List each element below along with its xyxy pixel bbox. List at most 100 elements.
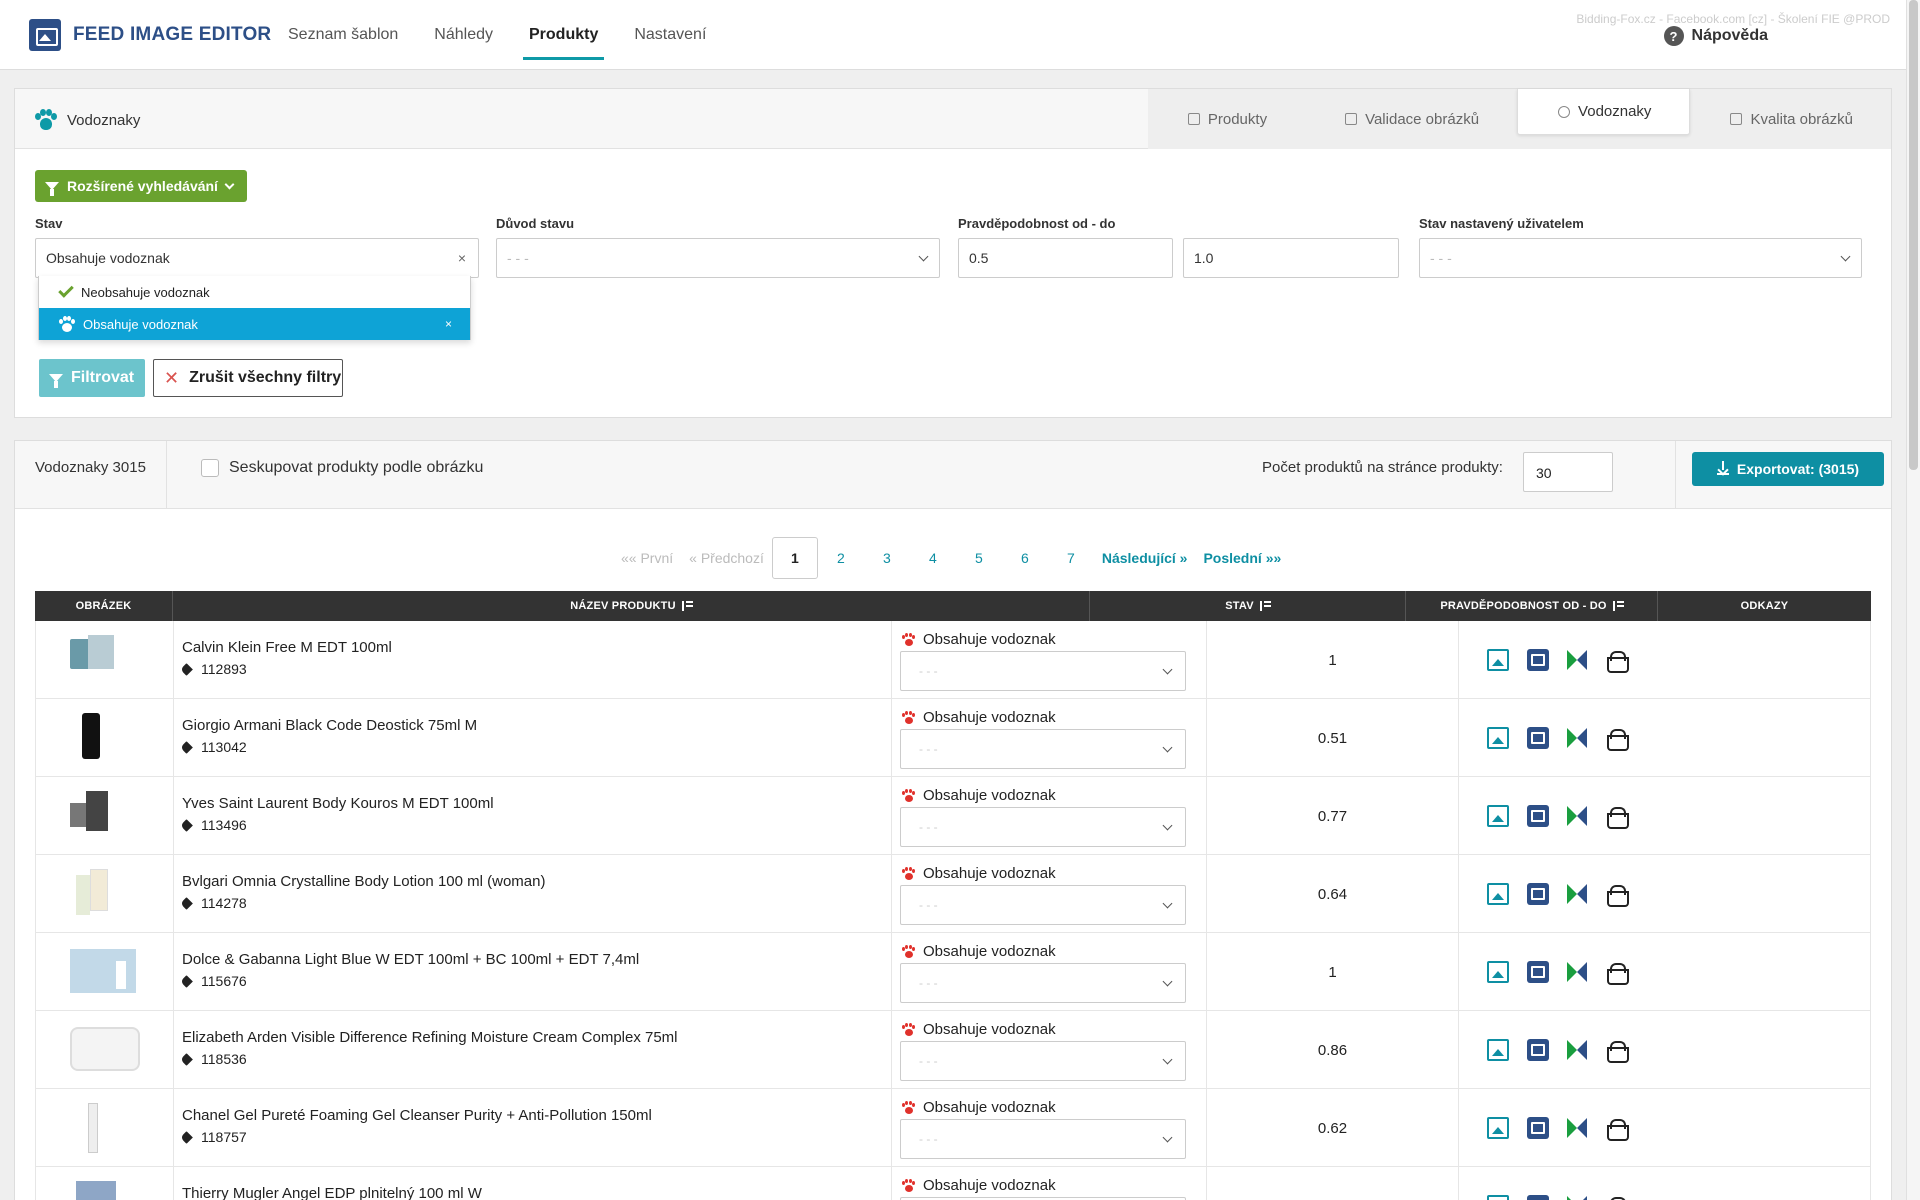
pager-last[interactable]: Poslední »» bbox=[1195, 537, 1289, 579]
pager-page-7[interactable]: 7 bbox=[1048, 537, 1094, 579]
pager-page-4[interactable]: 4 bbox=[910, 537, 956, 579]
generated-image-icon[interactable] bbox=[1527, 649, 1549, 671]
checkbox[interactable] bbox=[201, 459, 219, 477]
merchant-center-icon[interactable] bbox=[1567, 806, 1587, 826]
probability-to-input[interactable]: 1.0 bbox=[1183, 238, 1399, 278]
shop-basket-icon[interactable] bbox=[1605, 729, 1629, 751]
filter-button[interactable]: Filtrovat bbox=[39, 359, 145, 397]
pager-next[interactable]: Následující » bbox=[1094, 537, 1196, 579]
panel-tabs: Produkty Validace obrázků Vodoznaky Kval… bbox=[1147, 89, 1891, 149]
nav-products[interactable]: Produkty bbox=[511, 0, 616, 70]
merchant-center-icon[interactable] bbox=[1567, 1196, 1587, 1200]
user-state-select[interactable]: - - - bbox=[900, 807, 1186, 847]
nav-previews[interactable]: Náhledy bbox=[416, 0, 511, 70]
app-logo[interactable]: FEED IMAGE EDITOR bbox=[29, 19, 271, 51]
product-thumbnail[interactable] bbox=[70, 713, 140, 763]
advanced-search-button[interactable]: Rozšírené vyhledávání bbox=[35, 170, 247, 202]
original-image-icon[interactable] bbox=[1487, 1195, 1509, 1200]
group-by-image-checkbox[interactable]: Seskupovat produkty podle obrázku bbox=[201, 459, 483, 477]
user-state-select[interactable]: - - - bbox=[900, 963, 1186, 1003]
sort-icon[interactable] bbox=[1612, 601, 1624, 611]
shop-basket-icon[interactable] bbox=[1605, 651, 1629, 673]
original-image-icon[interactable] bbox=[1487, 961, 1509, 983]
merchant-center-icon[interactable] bbox=[1567, 1118, 1587, 1138]
pager-page-1[interactable]: 1 bbox=[771, 537, 818, 579]
product-thumbnail[interactable] bbox=[69, 635, 140, 685]
pager-page-6[interactable]: 6 bbox=[1002, 537, 1048, 579]
merchant-center-icon[interactable] bbox=[1567, 884, 1587, 904]
table-body: Calvin Klein Free M EDT 100ml 112893 Obs… bbox=[35, 621, 1871, 1200]
pager-page-3[interactable]: 3 bbox=[864, 537, 910, 579]
col-label: NÁZEV PRODUKTU bbox=[570, 600, 676, 612]
pagination: «« První « Předchozí 1 2 3 4 5 6 7 Násle… bbox=[613, 537, 1289, 579]
scroll-thumb[interactable] bbox=[1909, 0, 1918, 470]
col-state[interactable]: STAV bbox=[1090, 591, 1406, 621]
export-button[interactable]: Exportovat: (3015) bbox=[1692, 452, 1884, 486]
col-probability[interactable]: PRAVDĚPODOBNOST OD - DO bbox=[1406, 591, 1658, 621]
product-thumbnail[interactable] bbox=[69, 1025, 140, 1075]
product-image-cell bbox=[36, 933, 174, 1011]
tab-label: Validace obrázků bbox=[1365, 110, 1480, 128]
product-name: Elizabeth Arden Visible Difference Refin… bbox=[182, 1029, 678, 1046]
user-state-select[interactable]: - - - bbox=[900, 1041, 1186, 1081]
generated-image-icon[interactable] bbox=[1527, 883, 1549, 905]
generated-image-icon[interactable] bbox=[1527, 1195, 1549, 1200]
merchant-center-icon[interactable] bbox=[1567, 728, 1587, 748]
merchant-center-icon[interactable] bbox=[1567, 1040, 1587, 1060]
merchant-center-icon[interactable] bbox=[1567, 650, 1587, 670]
original-image-icon[interactable] bbox=[1487, 1039, 1509, 1061]
user-state-select[interactable]: - - - bbox=[900, 1119, 1186, 1159]
reason-select[interactable]: - - - bbox=[496, 238, 940, 278]
remove-icon[interactable]: × bbox=[445, 317, 452, 331]
tab-image-quality[interactable]: Kvalita obrázků bbox=[1690, 89, 1891, 149]
user-state-select[interactable]: - - - bbox=[900, 885, 1186, 925]
pager-page-5[interactable]: 5 bbox=[956, 537, 1002, 579]
results-panel: Vodoznaky 3015 Seskupovat produkty podle… bbox=[14, 440, 1892, 1200]
product-thumbnail[interactable] bbox=[70, 1181, 140, 1200]
original-image-icon[interactable] bbox=[1487, 727, 1509, 749]
shop-basket-icon[interactable] bbox=[1605, 885, 1629, 907]
original-image-icon[interactable] bbox=[1487, 1117, 1509, 1139]
col-name[interactable]: NÁZEV PRODUKTU bbox=[173, 591, 1090, 621]
product-thumbnail[interactable] bbox=[70, 1103, 140, 1153]
help-link[interactable]: ? Nápověda bbox=[1663, 26, 1768, 46]
generated-image-icon[interactable] bbox=[1527, 727, 1549, 749]
original-image-icon[interactable] bbox=[1487, 883, 1509, 905]
merchant-center-icon[interactable] bbox=[1567, 962, 1587, 982]
per-page-input[interactable]: 30 bbox=[1523, 452, 1613, 492]
generated-image-icon[interactable] bbox=[1527, 1117, 1549, 1139]
user-state-select[interactable]: - - - bbox=[1419, 238, 1862, 278]
shop-basket-icon[interactable] bbox=[1605, 1119, 1629, 1141]
shop-basket-icon[interactable] bbox=[1605, 807, 1629, 829]
shop-basket-icon[interactable] bbox=[1605, 1041, 1629, 1063]
product-thumbnail[interactable] bbox=[69, 947, 140, 997]
product-thumbnail[interactable] bbox=[70, 869, 140, 919]
state-select[interactable]: Obsahuje vodoznak × bbox=[35, 238, 479, 278]
tab-products[interactable]: Produkty bbox=[1148, 89, 1305, 149]
option-has-watermark[interactable]: Obsahuje vodoznak × bbox=[39, 308, 470, 340]
user-state-select[interactable]: - - - bbox=[900, 729, 1186, 769]
product-thumbnail[interactable] bbox=[69, 791, 140, 841]
sort-icon[interactable] bbox=[681, 601, 693, 611]
user-state-select[interactable]: - - - bbox=[900, 651, 1186, 691]
shop-basket-icon[interactable] bbox=[1605, 963, 1629, 985]
filter-panel: Vodoznaky Produkty Validace obrázků Vodo… bbox=[14, 88, 1892, 418]
nav-settings[interactable]: Nastavení bbox=[616, 0, 724, 70]
generated-image-icon[interactable] bbox=[1527, 961, 1549, 983]
probability-from-input[interactable]: 0.5 bbox=[958, 238, 1173, 278]
page-scrollbar[interactable] bbox=[1906, 0, 1920, 1200]
original-image-icon[interactable] bbox=[1487, 805, 1509, 827]
option-no-watermark[interactable]: Neobsahuje vodoznak bbox=[39, 276, 470, 308]
tab-watermarks[interactable]: Vodoznaky bbox=[1517, 89, 1691, 135]
clear-filters-button[interactable]: ✕ Zrušit všechny filtry bbox=[153, 359, 343, 397]
paw-icon bbox=[1558, 105, 1571, 118]
original-image-icon[interactable] bbox=[1487, 649, 1509, 671]
generated-image-icon[interactable] bbox=[1527, 805, 1549, 827]
clear-icon[interactable]: × bbox=[458, 250, 466, 266]
nav-templates[interactable]: Seznam šablon bbox=[270, 0, 416, 70]
sort-icon[interactable] bbox=[1259, 601, 1271, 611]
tab-image-validation[interactable]: Validace obrázků bbox=[1305, 89, 1517, 149]
pager-page-2[interactable]: 2 bbox=[818, 537, 864, 579]
clear-filters-label: Zrušit všechny filtry bbox=[189, 369, 342, 386]
generated-image-icon[interactable] bbox=[1527, 1039, 1549, 1061]
